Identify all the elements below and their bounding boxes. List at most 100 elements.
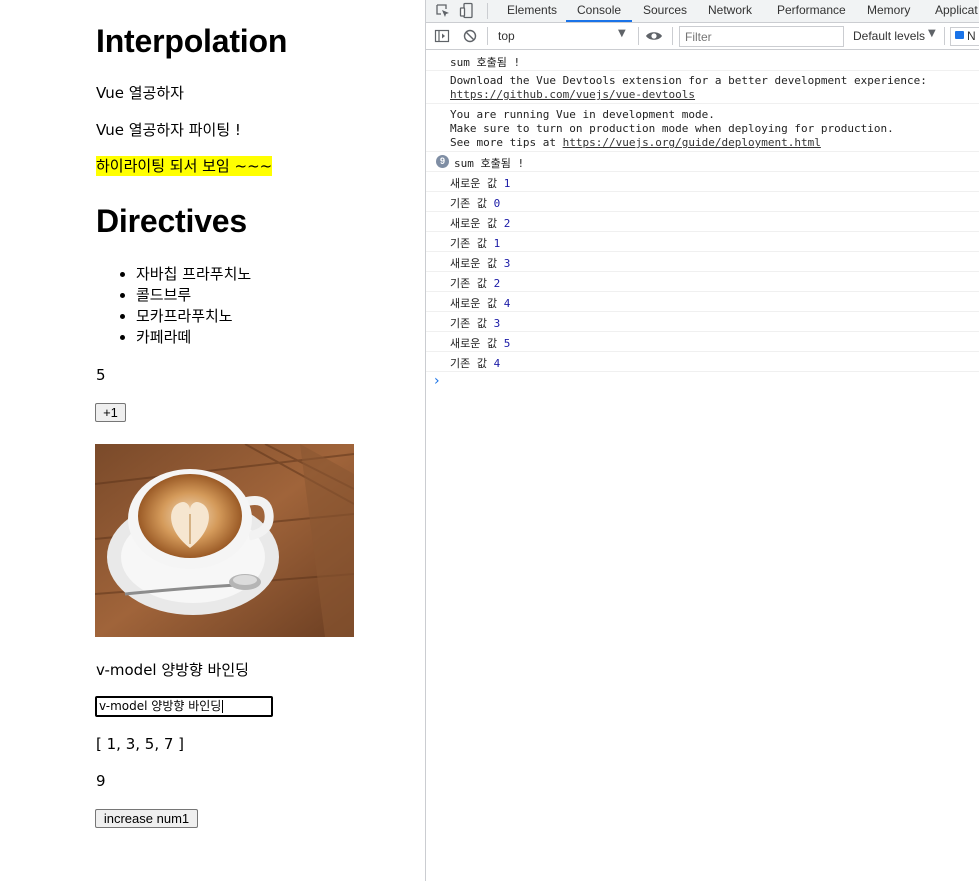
clear-console-icon[interactable]	[462, 28, 478, 44]
console-message: 새로운 값 1	[426, 172, 979, 192]
console-message: 기존 값 1	[426, 232, 979, 252]
log-label: 새로운 값	[450, 337, 498, 350]
log-label: 새로운 값	[450, 217, 498, 230]
vmodel-input[interactable]: v-model 양방향 바인딩	[95, 696, 273, 717]
log-label: 기존 값	[450, 277, 487, 290]
plus-one-button[interactable]: +1	[95, 403, 126, 422]
log-value: 2	[493, 277, 501, 290]
log-value: 5	[503, 337, 511, 350]
console-message: 9 sum 호출됨 !	[426, 152, 979, 172]
log-label: 기존 값	[450, 197, 487, 210]
issues-button[interactable]: N	[950, 27, 979, 46]
log-value: 3	[503, 257, 511, 270]
console-message: 새로운 값 4	[426, 292, 979, 312]
vue-app-page: Interpolation Vue 열공하자 Vue 열공하자 파이팅 ! 하이…	[0, 0, 425, 881]
highlight-span: 하이라이팅 되서 보임 ~~~	[96, 156, 273, 176]
log-label: 기존 값	[450, 357, 487, 370]
sum-value: 9	[96, 772, 106, 790]
interpolation-heading: Interpolation	[96, 23, 288, 59]
log-label: 새로운 값	[450, 257, 498, 270]
log-label: 기존 값	[450, 237, 487, 250]
console-message: 기존 값 2	[426, 272, 979, 292]
list-item: 자바칩 프라푸치노	[136, 264, 251, 285]
vmodel-input-value: v-model 양방향 바인딩	[99, 699, 222, 713]
console-message: sum 호출됨 !	[426, 50, 979, 71]
log-value: 2	[503, 217, 511, 230]
log-value: 4	[493, 357, 501, 370]
console-message: 새로운 값 3	[426, 252, 979, 272]
issues-message-icon	[955, 31, 964, 39]
tab-sources[interactable]: Sources	[643, 0, 687, 22]
console-message: 새로운 값 2	[426, 212, 979, 232]
log-value: 4	[503, 297, 511, 310]
console-message-text: sum 호출됨 !	[450, 56, 521, 69]
console-prompt[interactable]: ›	[426, 372, 979, 392]
vue-devtools-link[interactable]: https://github.com/vuejs/vue-devtools	[450, 88, 695, 101]
console-message: You are running Vue in development mode.…	[426, 104, 979, 152]
console-filter-input[interactable]: Filter	[679, 26, 844, 47]
array-text: [ 1, 3, 5, 7 ]	[96, 735, 185, 753]
log-label: 새로운 값	[450, 177, 498, 190]
devtools-tabbar: Elements Console Sources Network Perform…	[426, 0, 979, 23]
tab-network[interactable]: Network	[708, 0, 752, 22]
devtools-panel: Elements Console Sources Network Perform…	[426, 0, 979, 881]
context-selector-value: top	[498, 29, 515, 43]
filter-placeholder: Filter	[685, 30, 712, 44]
tips-prefix: See more tips at	[450, 136, 563, 149]
message-fighting-text: Vue 열공하자 파이팅 !	[96, 121, 241, 139]
toolbar-separator	[944, 27, 945, 45]
dropdown-arrow-icon: ▼	[928, 28, 936, 39]
console-message: 기존 값 3	[426, 312, 979, 332]
log-value: 0	[493, 197, 501, 210]
highlighted-text: 하이라이팅 되서 보임 ~~~	[96, 156, 273, 176]
console-message-text: Make sure to turn on production mode whe…	[450, 122, 894, 135]
console-message-text: See more tips at https://vuejs.org/guide…	[450, 136, 821, 149]
tab-memory[interactable]: Memory	[867, 0, 910, 22]
log-levels-dropdown[interactable]: Default levels ▼	[852, 27, 942, 45]
tab-performance[interactable]: Performance	[777, 0, 846, 22]
latte-art-coffee-cup-photo-icon	[95, 444, 354, 637]
inspect-element-icon[interactable]	[435, 3, 451, 19]
toolbar-separator	[672, 27, 673, 45]
active-tab-indicator	[566, 20, 632, 22]
device-toolbar-icon[interactable]	[459, 2, 475, 19]
tab-application[interactable]: Applicat	[935, 0, 978, 22]
console-message: 새로운 값 5	[426, 332, 979, 352]
log-value: 1	[493, 237, 501, 250]
log-value: 1	[503, 177, 511, 190]
directives-heading: Directives	[96, 203, 247, 239]
log-label: 기존 값	[450, 317, 487, 330]
tab-elements[interactable]: Elements	[507, 0, 557, 22]
dropdown-arrow-icon: ▼	[618, 28, 626, 39]
live-expression-eye-icon[interactable]	[645, 28, 663, 44]
log-label: 새로운 값	[450, 297, 498, 310]
toolbar-separator	[487, 27, 488, 45]
sidebar-toggle-icon[interactable]	[434, 28, 450, 44]
text-caret	[222, 700, 224, 713]
console-message-text: sum 호출됨 !	[454, 157, 525, 170]
message-text: Vue 열공하자	[96, 84, 184, 102]
toolbar-separator	[638, 27, 639, 45]
console-message-text: You are running Vue in development mode.	[450, 108, 715, 121]
console-message: 기존 값 0	[426, 192, 979, 212]
issues-label: N	[967, 29, 976, 43]
log-value: 3	[493, 317, 501, 330]
count-value: 5	[96, 366, 106, 384]
list-item: 모카프라푸치노	[136, 306, 251, 327]
context-selector[interactable]: top ▼	[492, 27, 632, 45]
menu-list: 자바칩 프라푸치노 콜드브루 모카프라푸치노 카페라떼	[96, 264, 251, 348]
tabbar-separator	[487, 3, 488, 19]
increase-num1-button[interactable]: increase num1	[95, 809, 198, 828]
list-item: 카페라떼	[136, 327, 251, 348]
log-levels-label: Default levels	[853, 29, 926, 43]
tab-console[interactable]: Console	[577, 0, 621, 22]
console-message-text: Download the Vue Devtools extension for …	[450, 74, 927, 87]
vue-deployment-link[interactable]: https://vuejs.org/guide/deployment.html	[563, 136, 821, 149]
list-item: 콜드브루	[136, 285, 251, 306]
vmodel-text: v-model 양방향 바인딩	[96, 661, 249, 679]
prompt-chevron-icon: ›	[434, 373, 440, 389]
console-toolbar: top ▼ Filter Default levels ▼ N	[426, 23, 979, 50]
console-message: 기존 값 4	[426, 352, 979, 372]
repeat-count-badge: 9	[436, 155, 449, 168]
console-message: Download the Vue Devtools extension for …	[426, 71, 979, 104]
